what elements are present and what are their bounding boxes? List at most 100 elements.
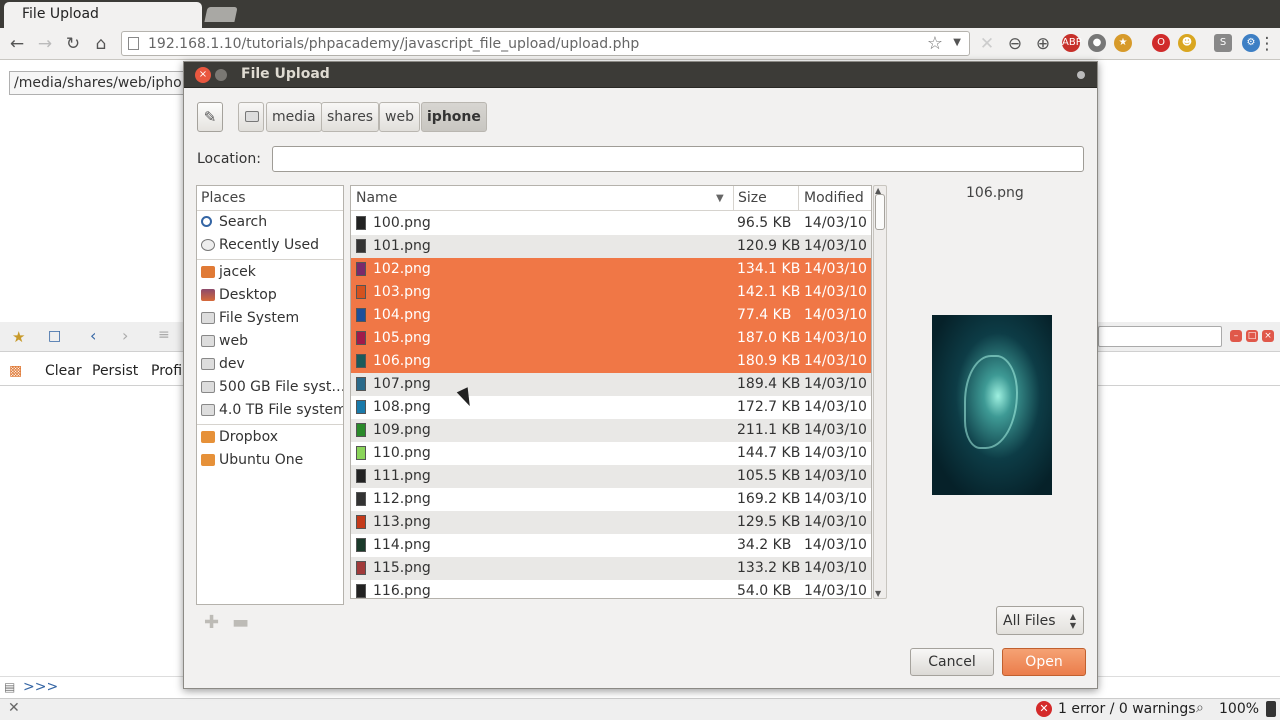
clear-button[interactable]: Clear [45, 363, 82, 379]
file-row[interactable]: 104.png 77.4 KB 14/03/10 [351, 304, 871, 327]
profile-button[interactable]: Profi [151, 363, 182, 379]
file-size: 180.9 KB [737, 353, 801, 369]
file-row[interactable]: 100.png 96.5 KB 14/03/10 [351, 212, 871, 235]
file-row[interactable]: 101.png 120.9 KB 14/03/10 [351, 235, 871, 258]
s-extension-icon[interactable]: S [1214, 34, 1232, 52]
extension-icon[interactable]: ● [1088, 34, 1106, 52]
place-ubuntu-one[interactable]: Ubuntu One [197, 449, 343, 472]
back-icon[interactable]: ← [6, 33, 28, 55]
firebug-logo-icon[interactable]: ★ [12, 328, 25, 346]
menu-icon[interactable]: ≡ [158, 327, 170, 343]
window-menu-icon[interactable] [1077, 71, 1085, 79]
file-modified: 14/03/10 [804, 491, 867, 507]
adblock-icon[interactable]: ABP [1062, 34, 1082, 52]
file-row[interactable]: 108.png 172.7 KB 14/03/10 [351, 396, 871, 419]
firebug-minimize-icon[interactable]: – [1230, 330, 1242, 342]
place-web[interactable]: web [197, 330, 343, 353]
place-jacek[interactable]: jacek [197, 261, 343, 284]
file-row[interactable]: 107.png 189.4 KB 14/03/10 [351, 373, 871, 396]
place-desktop[interactable]: Desktop [197, 284, 343, 307]
browser-tab[interactable]: File Upload [4, 2, 202, 28]
scroll-down-icon[interactable]: ▼ [875, 589, 881, 598]
file-row[interactable]: 111.png 105.5 KB 14/03/10 [351, 465, 871, 488]
place-dropbox[interactable]: Dropbox [197, 426, 343, 449]
console-icon: ▩ [9, 363, 23, 379]
dialog-titlebar[interactable]: × File Upload [184, 62, 1097, 88]
resize-grip-icon[interactable] [1266, 701, 1276, 717]
crumb-filesystem[interactable] [238, 102, 264, 132]
drive-icon [201, 358, 215, 370]
maximize-icon[interactable] [215, 69, 227, 81]
back-nav-icon[interactable]: ‹ [90, 326, 96, 345]
zoom-out-icon[interactable]: ⊖ [1004, 33, 1026, 55]
new-tab-button[interactable] [204, 7, 238, 22]
file-row[interactable]: 110.png 144.7 KB 14/03/10 [351, 442, 871, 465]
place-recently-used[interactable]: Recently Used [197, 234, 343, 257]
close-firebug-icon[interactable]: ✕ [8, 700, 20, 716]
address-bar[interactable]: 192.168.1.10/tutorials/phpacademy/javasc… [121, 31, 970, 56]
wrench-menu-icon[interactable]: ⋮ [1256, 33, 1278, 55]
forward-icon[interactable]: → [34, 33, 56, 55]
file-row[interactable]: 115.png 133.2 KB 14/03/10 [351, 557, 871, 580]
column-name[interactable]: Name [356, 190, 397, 206]
places-divider [197, 259, 343, 260]
location-input[interactable] [272, 146, 1084, 172]
place-file-system[interactable]: File System [197, 307, 343, 330]
place-search[interactable]: Search [197, 211, 343, 234]
home-icon[interactable]: ⌂ [90, 33, 112, 55]
place-label: 4.0 TB File system [219, 402, 343, 418]
firebug-detach-icon[interactable]: □ [1246, 330, 1258, 342]
crumb-web[interactable]: web [379, 102, 420, 132]
place-label: Desktop [219, 287, 277, 303]
crumb-shares[interactable]: shares [321, 102, 380, 132]
firebug-icon[interactable]: ★ [1114, 34, 1132, 52]
file-row[interactable]: 106.png 180.9 KB 14/03/10 [351, 350, 871, 373]
browser-tab-title: File Upload [22, 6, 99, 22]
file-path-input[interactable]: /media/shares/web/iphon [9, 71, 199, 95]
place-dev[interactable]: dev [197, 353, 343, 376]
file-row[interactable]: 109.png 211.1 KB 14/03/10 [351, 419, 871, 442]
place-500gb[interactable]: 500 GB File syst… [197, 376, 343, 399]
firebug-search-input[interactable] [1098, 326, 1222, 347]
file-row[interactable]: 103.png 142.1 KB 14/03/10 [351, 281, 871, 304]
cancel-button[interactable]: Cancel [910, 648, 994, 676]
inspect-icon[interactable]: □ [48, 328, 61, 344]
place-4tb[interactable]: 4.0 TB File system [197, 399, 343, 422]
error-count[interactable]: 1 error / 0 warnings [1058, 701, 1196, 717]
image-thumbnail-icon [356, 423, 366, 437]
file-row[interactable]: 116.png 54.0 KB 14/03/10 [351, 580, 871, 598]
bookmark-star-icon[interactable]: ☆ [927, 33, 943, 54]
crumb-media[interactable]: media [266, 102, 322, 132]
add-bookmark-icon[interactable]: ✚ [204, 612, 219, 633]
firebug-close-icon[interactable]: × [1262, 330, 1274, 342]
persist-button[interactable]: Persist [92, 363, 138, 379]
file-row[interactable]: 102.png 134.1 KB 14/03/10 [351, 258, 871, 281]
scroll-thumb[interactable] [875, 194, 885, 230]
close-icon[interactable]: × [195, 67, 211, 83]
file-row[interactable]: 114.png 34.2 KB 14/03/10 [351, 534, 871, 557]
crumb-iphone[interactable]: iphone [421, 102, 487, 132]
zoom-in-icon[interactable]: ⊕ [1032, 33, 1054, 55]
file-filter-select[interactable]: All Files ▲ ▼ [996, 606, 1084, 635]
type-location-button[interactable]: ✎ [197, 102, 223, 132]
file-row[interactable]: 112.png 169.2 KB 14/03/10 [351, 488, 871, 511]
column-size[interactable]: Size [738, 190, 767, 206]
open-button[interactable]: Open [1002, 648, 1086, 676]
zoom-level[interactable]: 100% [1219, 701, 1259, 717]
file-row[interactable]: 113.png 129.5 KB 14/03/10 [351, 511, 871, 534]
greasemonkey-icon[interactable]: ☻ [1178, 34, 1196, 52]
image-thumbnail-icon [356, 469, 366, 483]
remove-bookmark-icon[interactable]: ▬ [232, 612, 249, 633]
dropdown-arrow-icon[interactable]: ▼ [953, 37, 961, 48]
file-row[interactable]: 105.png 187.0 KB 14/03/10 [351, 327, 871, 350]
file-modified: 14/03/10 [804, 284, 867, 300]
stop-icon[interactable]: ✕ [976, 33, 998, 55]
file-modified: 14/03/10 [804, 514, 867, 530]
file-size: 129.5 KB [737, 514, 801, 530]
place-label: dev [219, 356, 245, 372]
opera-icon[interactable]: O [1152, 34, 1170, 52]
forward-nav-icon[interactable]: › [122, 326, 128, 345]
reload-icon[interactable]: ↻ [62, 33, 84, 55]
file-list-scrollbar[interactable]: ▲ ▼ [873, 185, 887, 599]
column-modified[interactable]: Modified [804, 190, 864, 206]
